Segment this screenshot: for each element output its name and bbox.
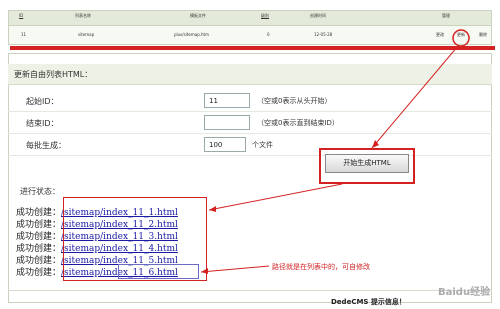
cell-id: 11 — [21, 32, 27, 37]
cell-name: sitemap — [78, 32, 95, 37]
delete-link[interactable]: 删除 — [479, 32, 487, 38]
per-batch-input[interactable] — [204, 137, 246, 152]
highlight-divider — [10, 46, 495, 50]
cell-created: 12-05-28 — [314, 32, 333, 37]
panel-title: 更新自由列表HTML： — [14, 70, 93, 79]
start-id-hint: （空或0表示从头开始） — [257, 97, 332, 105]
log-prefix: 成功创建： — [16, 268, 62, 278]
table-header-row: ID 列表名称 模板文件 级别 创建时间 管理 — [9, 11, 491, 26]
update-link[interactable]: 更新 — [457, 32, 465, 38]
col-manage-header: 管理 — [442, 13, 450, 18]
end-id-label: 结束ID： — [26, 119, 59, 128]
per-batch-label: 每批生成： — [26, 141, 66, 150]
per-batch-unit: 个文件 — [252, 141, 273, 149]
end-id-input[interactable] — [204, 115, 250, 130]
footer-divider — [8, 290, 492, 291]
col-name-header: 列表名称 — [75, 13, 91, 18]
start-id-label: 起始ID： — [26, 97, 59, 106]
per-batch-row: 每批生成： 个文件 — [8, 134, 492, 156]
filename-highlight-box — [118, 264, 199, 279]
start-id-input[interactable] — [204, 93, 250, 108]
end-id-row: 结束ID： （空或0表示直到结束ID） — [8, 112, 492, 134]
annotation-note: 路径就是在列表中的，可自修改 — [272, 263, 370, 271]
panel-header: 更新自由列表HTML： — [8, 64, 492, 85]
col-level-header: 级别 — [261, 13, 269, 18]
cell-level: 0 — [267, 32, 270, 37]
start-generate-button[interactable]: 开始生成HTML — [325, 154, 409, 173]
progress-title: 进行状态： — [20, 187, 60, 196]
col-id-header: ID — [19, 13, 24, 18]
col-template-header: 模板文件 — [190, 13, 206, 18]
watermark: Baidu经验 — [438, 287, 491, 298]
col-created-header: 创建时间 — [310, 13, 326, 18]
footer-message: DedeCMS 提示信息！ — [331, 298, 406, 306]
list-table: ID 列表名称 模板文件 级别 创建时间 管理 11 sitemap plus/… — [8, 10, 492, 45]
table-row: 11 sitemap plus/sitemap.htm 0 12-05-28 更… — [9, 26, 491, 44]
end-id-hint: （空或0表示直到结束ID） — [257, 119, 339, 127]
start-id-row: 起始ID： （空或0表示从头开始） — [8, 90, 492, 112]
cell-template: plus/sitemap.htm — [174, 32, 209, 37]
edit-link[interactable]: 更改 — [436, 32, 444, 38]
